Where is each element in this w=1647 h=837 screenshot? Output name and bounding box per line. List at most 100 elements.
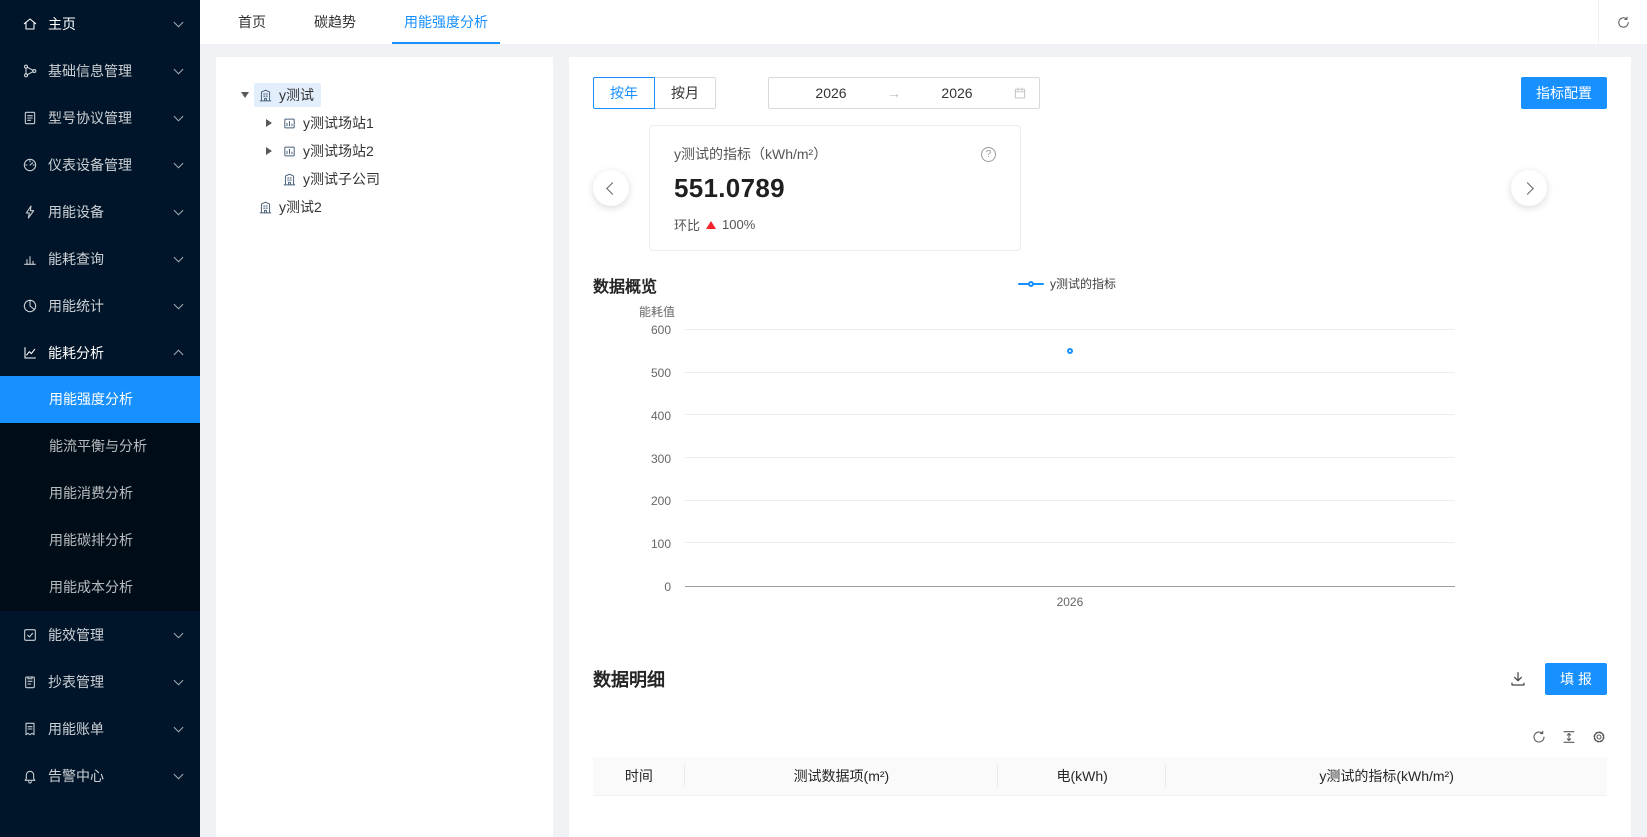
energy-analysis-icon — [22, 345, 38, 361]
sidebar-item-label: 用能账单 — [48, 719, 165, 739]
reload-icon[interactable] — [1531, 729, 1547, 745]
sidebar-item-energy-device[interactable]: 用能设备 — [0, 188, 200, 235]
metric-carousel: y测试的指标（kWh/m²） ? 551.0789 环比 100% — [593, 125, 1607, 251]
y-axis-tick-label: 500 — [651, 367, 671, 379]
tab-intensity-analysis[interactable]: 用能强度分析 — [380, 0, 512, 44]
tree-node-label: y测试2 — [279, 197, 322, 217]
sidebar-item-protocol[interactable]: 型号协议管理 — [0, 94, 200, 141]
home-icon — [22, 16, 38, 32]
y-axis-tick-label: 300 — [651, 453, 671, 465]
energy-stats-icon — [22, 298, 38, 314]
sidebar-subitem-flow-balance[interactable]: 能流平衡与分析 — [0, 423, 200, 470]
y-axis-tick-label: 200 — [651, 495, 671, 507]
sidebar-item-meter-reading[interactable]: 抄表管理 — [0, 658, 200, 705]
legend-item[interactable]: y测试的指标 — [1018, 275, 1116, 292]
tree-node-y-test-station2[interactable]: y测试场站2 — [236, 137, 533, 165]
y-axis-tick-label: 100 — [651, 538, 671, 550]
sidebar-subitem-cost-analysis[interactable]: 用能成本分析 — [0, 564, 200, 611]
tab-carbon-trend[interactable]: 碳趋势 — [290, 0, 380, 44]
column-header-time: 时间 — [593, 757, 685, 795]
year-range-picker[interactable]: 2026 → 2026 — [768, 77, 1040, 109]
basic-info-icon — [22, 63, 38, 79]
sidebar-item-label: 能耗分析 — [48, 343, 165, 363]
protocol-icon — [22, 110, 38, 126]
alarm-icon — [22, 768, 38, 784]
tree-node-label: y测试场站2 — [303, 141, 374, 161]
tree-node-y-test-subsidiary[interactable]: y测试子公司 — [236, 165, 533, 193]
y-axis-tick-label: 0 — [664, 581, 671, 593]
chart-data-point — [1067, 348, 1073, 354]
sidebar-item-alarm[interactable]: 告警中心 — [0, 752, 200, 799]
calendar-icon — [1013, 86, 1027, 100]
y-axis-tick-label: 400 — [651, 410, 671, 422]
analysis-panel: 按年 按月 2026 → 2026 指标配置 — [569, 57, 1631, 837]
tree-node-y-test-station1[interactable]: y测试场站1 — [236, 109, 533, 137]
range-end-value[interactable]: 2026 — [907, 85, 1007, 101]
caret-down-icon[interactable] — [236, 92, 254, 98]
sidebar-item-energy-stats[interactable]: 用能统计 — [0, 282, 200, 329]
settings-icon[interactable] — [1591, 729, 1607, 745]
sidebar-item-label: 能耗查询 — [48, 249, 165, 269]
tab-home[interactable]: 首页 — [214, 0, 290, 44]
carousel-next-button[interactable] — [1511, 170, 1547, 206]
caret-right-icon[interactable] — [260, 119, 278, 127]
sidebar-item-meter-device[interactable]: 仪表设备管理 — [0, 141, 200, 188]
sidebar-item-bill[interactable]: 用能账单 — [0, 705, 200, 752]
tab-label: 碳趋势 — [314, 12, 356, 32]
chevron-down-icon — [174, 111, 184, 121]
chart-gridline — [685, 457, 1455, 458]
energy-device-icon — [22, 204, 38, 220]
carousel-prev-button[interactable] — [593, 170, 629, 206]
app-root: 主页 基础信息管理 型号协议管理 仪表设备管理 用能设备 能耗查询 — [0, 0, 1647, 837]
sidebar-subitem-intensity-analysis[interactable]: 用能强度分析 — [0, 376, 200, 423]
chart-gridline — [685, 329, 1455, 330]
chevron-down-icon — [174, 17, 184, 27]
sidebar-subitem-consumption-analysis[interactable]: 用能消费分析 — [0, 470, 200, 517]
sidebar-submenu-energy-analysis: 用能强度分析 能流平衡与分析 用能消费分析 用能碳排分析 用能成本分析 — [0, 376, 200, 611]
caret-right-icon[interactable] — [260, 147, 278, 155]
sidebar-item-home[interactable]: 主页 — [0, 0, 200, 47]
column-height-icon[interactable] — [1561, 729, 1577, 745]
sidebar-item-basic-info[interactable]: 基础信息管理 — [0, 47, 200, 94]
caret-up-icon — [706, 221, 716, 229]
line-chart: 能耗值 0100200300400500600 2026 — [593, 303, 1455, 609]
by-month-button[interactable]: 按月 — [655, 77, 716, 109]
filter-bar: 按年 按月 2026 → 2026 指标配置 — [593, 77, 1607, 109]
y-axis-tick-label: 600 — [651, 324, 671, 336]
sidebar-item-energy-analysis[interactable]: 能耗分析 — [0, 329, 200, 376]
site-icon — [282, 116, 297, 131]
range-start-value[interactable]: 2026 — [781, 85, 881, 101]
sidebar-item-label: 告警中心 — [48, 766, 165, 786]
by-year-button[interactable]: 按年 — [593, 77, 655, 109]
sidebar-subitem-carbon-analysis[interactable]: 用能碳排分析 — [0, 517, 200, 564]
tree-node-y-test[interactable]: y测试 — [236, 81, 533, 109]
download-icon[interactable] — [1509, 670, 1527, 688]
chevron-down-icon — [174, 769, 184, 779]
tree-node-y-test2[interactable]: y测试2 — [236, 193, 533, 221]
chart-y-labels: 0100200300400500600 — [593, 330, 685, 587]
sidebar-item-label: 型号协议管理 — [48, 108, 165, 128]
tree-node-label: y测试场站1 — [303, 113, 374, 133]
site-icon — [282, 144, 297, 159]
sidebar-item-efficiency[interactable]: 能效管理 — [0, 611, 200, 658]
column-header-indicator: y测试的指标(kWh/m²) — [1166, 757, 1607, 795]
indicator-config-button[interactable]: 指标配置 — [1521, 77, 1607, 109]
sync-icon — [1616, 15, 1631, 30]
refresh-button[interactable] — [1598, 0, 1647, 44]
bill-icon — [22, 721, 38, 737]
org-tree-panel: y测试 y测试场站1 y测试场站2 — [216, 57, 553, 837]
chevron-down-icon — [174, 252, 184, 262]
detail-header: 数据明细 填 报 — [593, 663, 1607, 695]
sidebar-item-label: 用能统计 — [48, 296, 165, 316]
table-toolbar — [593, 729, 1607, 745]
column-header-electricity: 电(kWh) — [998, 757, 1166, 795]
chevron-down-icon — [174, 205, 184, 215]
sidebar-item-label: 用能设备 — [48, 202, 165, 222]
help-icon[interactable]: ? — [981, 147, 996, 162]
sidebar-item-energy-query[interactable]: 能耗查询 — [0, 235, 200, 282]
meter-reading-icon — [22, 674, 38, 690]
energy-query-icon — [22, 251, 38, 267]
chart-gridline — [685, 414, 1455, 415]
report-button[interactable]: 填 报 — [1545, 663, 1607, 695]
overview-header: 数据概览 y测试的指标 — [593, 273, 1455, 295]
